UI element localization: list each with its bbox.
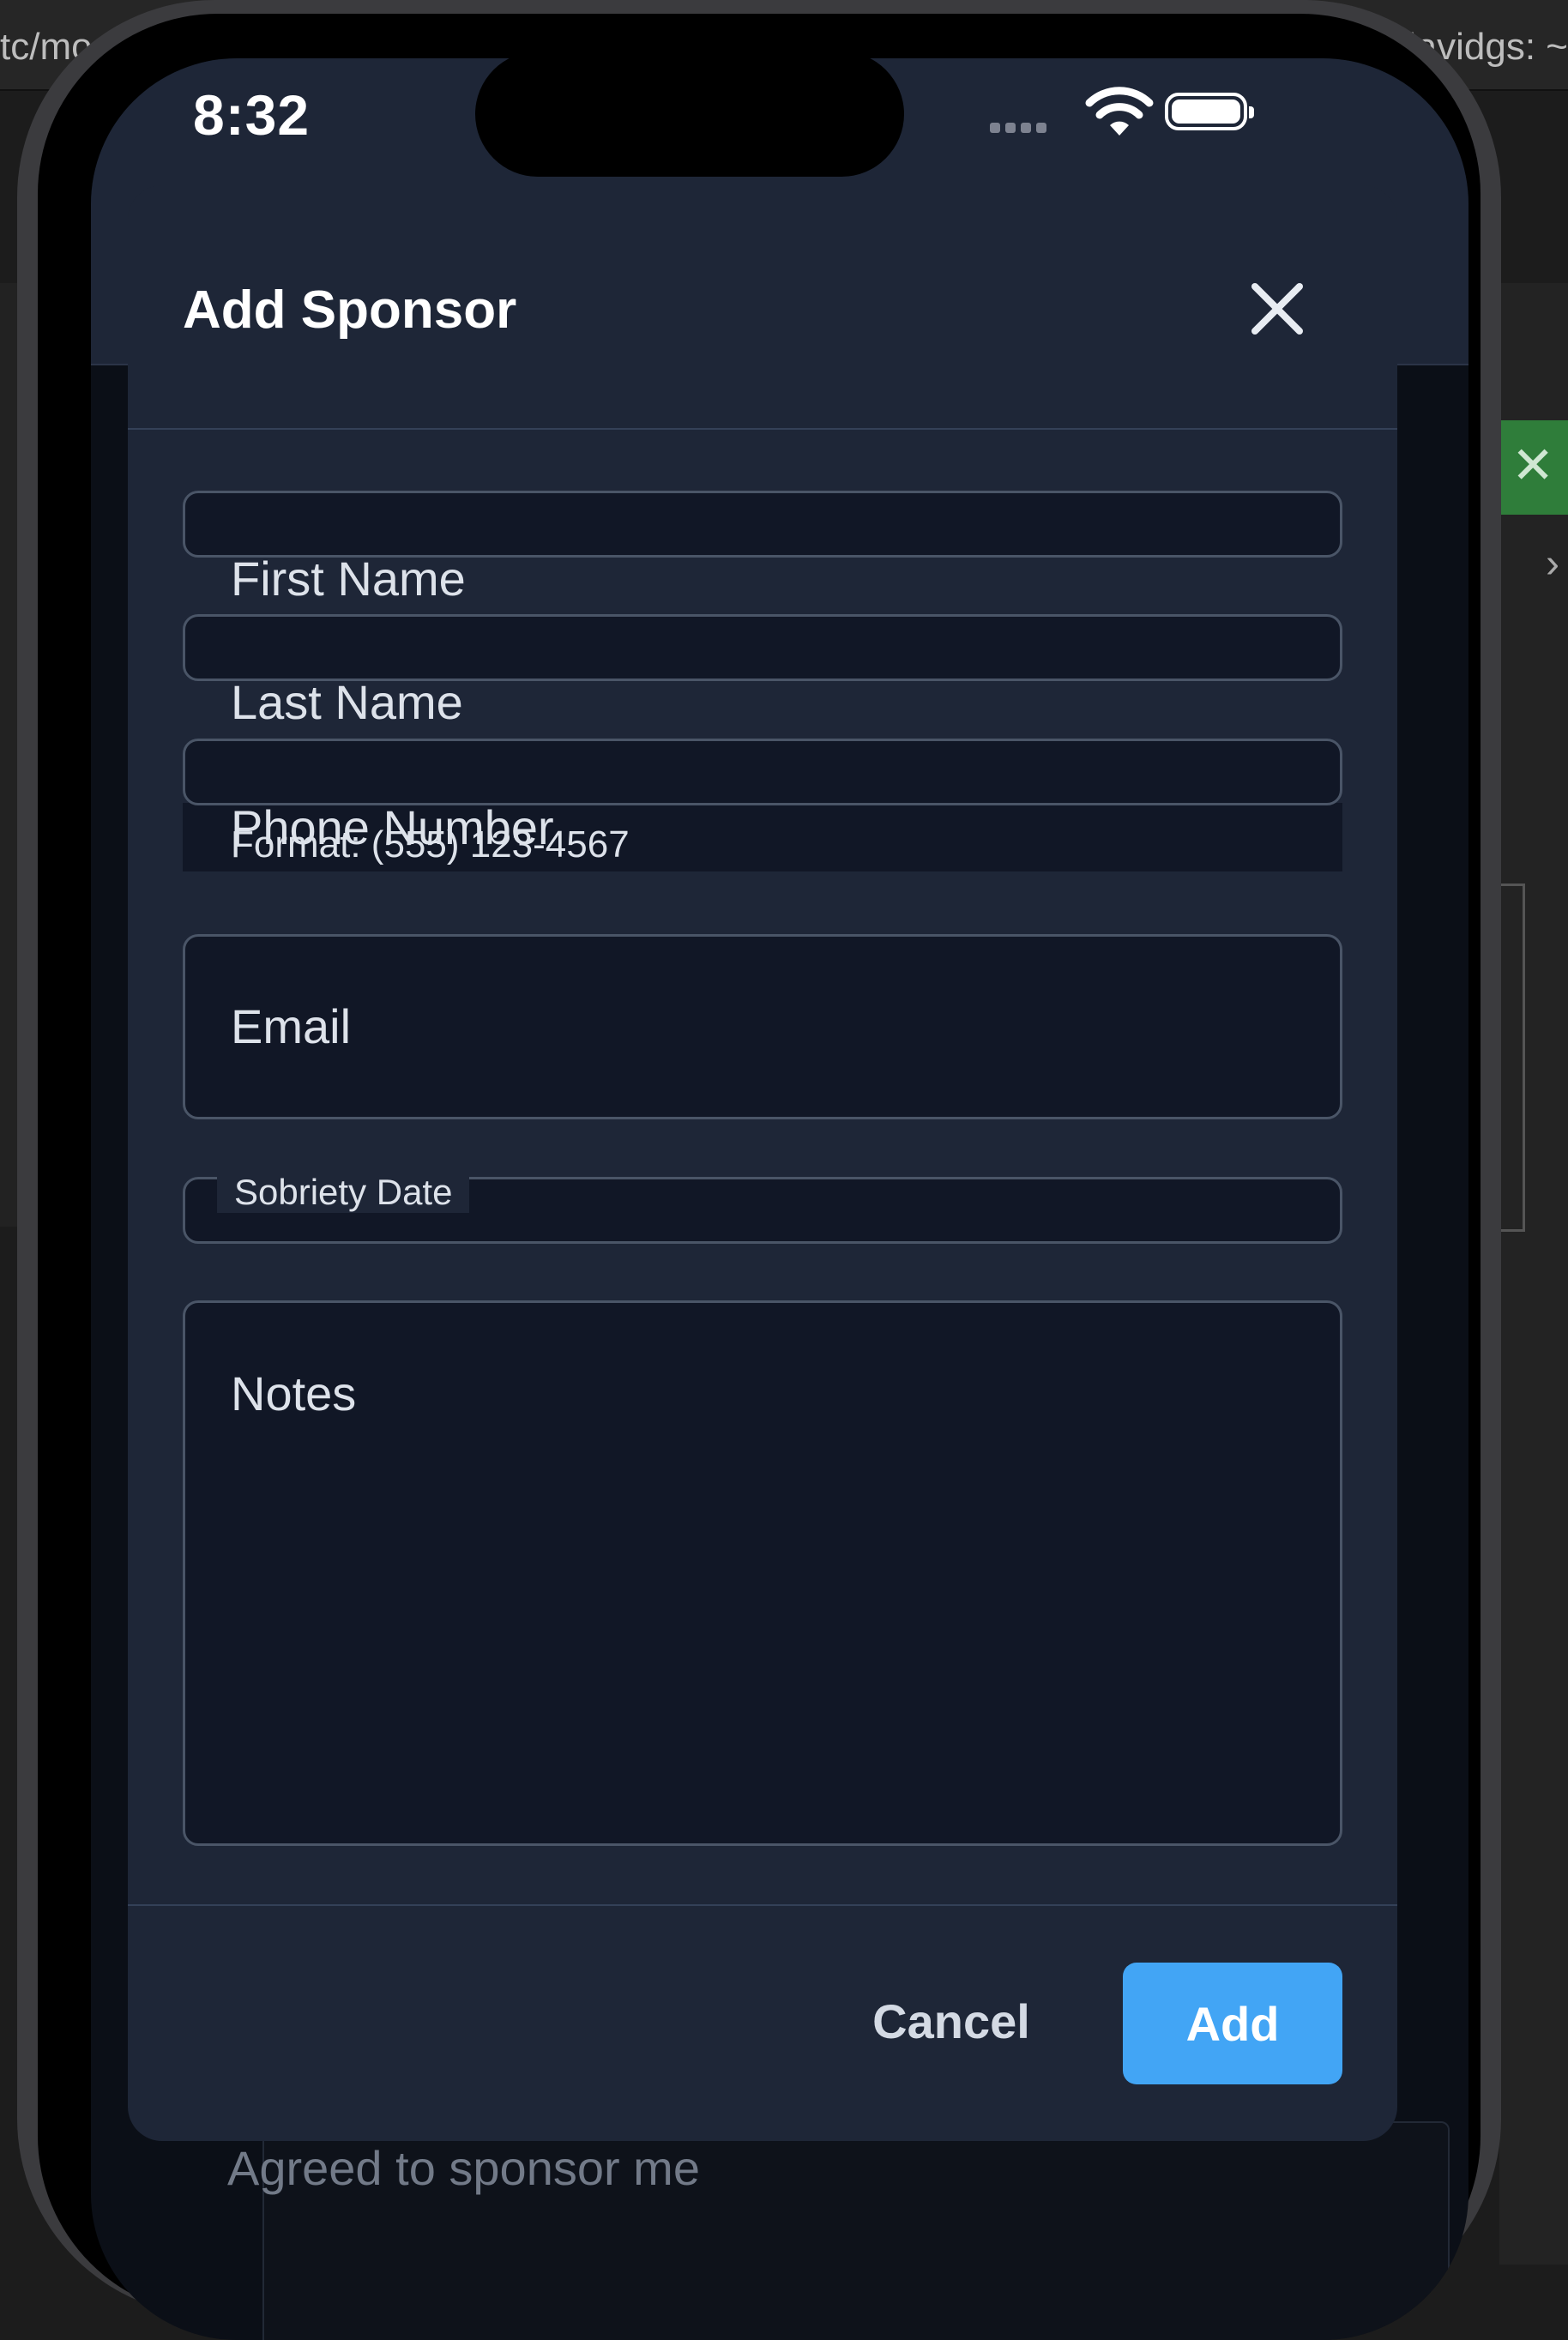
email-input[interactable]	[183, 934, 1342, 1119]
phone-number-input[interactable]	[183, 739, 1342, 805]
wifi-icon	[1085, 87, 1154, 136]
notes-textarea[interactable]	[183, 1300, 1342, 1846]
chevron-right-icon[interactable]: ›	[1546, 540, 1559, 588]
battery-icon	[1165, 93, 1254, 130]
status-time: 8:32	[193, 83, 311, 147]
cancel-button[interactable]: Cancel	[831, 1961, 1071, 2081]
phone-helper-text: Format: (555) 123-4567	[231, 823, 630, 865]
email-label: Email	[231, 999, 352, 1053]
add-sponsor-dialog: Add Sponsor First Name Last Name Phone N…	[128, 185, 1397, 2141]
desktop-toolbar-button[interactable]: ✕	[1499, 420, 1568, 515]
close-button[interactable]	[1243, 274, 1312, 343]
close-icon	[1251, 283, 1303, 335]
notes-label: Notes	[231, 1366, 357, 1420]
first-name-input[interactable]	[183, 491, 1342, 558]
sobriety-date-label: Sobriety Date	[217, 1172, 470, 1213]
footer-divider	[128, 1904, 1397, 1906]
hammer-icon: ✕	[1511, 437, 1555, 494]
dynamic-island	[475, 51, 904, 177]
dialog-title: Add Sponsor	[183, 280, 517, 340]
last-name-input[interactable]	[183, 614, 1342, 681]
background-list-item-text: Agreed to sponsor me	[227, 2141, 700, 2195]
first-name-label: First Name	[231, 552, 466, 606]
cellular-signal-icon	[990, 122, 1052, 137]
add-button[interactable]: Add	[1123, 1963, 1342, 2084]
header-divider	[128, 428, 1397, 430]
last-name-label: Last Name	[231, 675, 463, 729]
